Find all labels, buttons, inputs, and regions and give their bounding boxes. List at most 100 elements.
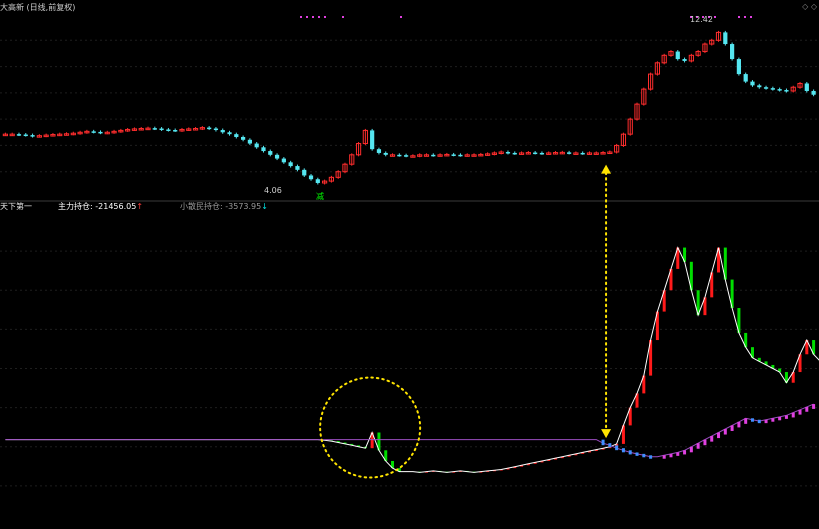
retail-holding-bar bbox=[723, 428, 727, 435]
retail-holding-bar bbox=[635, 452, 639, 456]
candle-body-down bbox=[458, 154, 463, 157]
candle-body-down bbox=[274, 154, 280, 159]
candle-body-down bbox=[451, 154, 456, 156]
retail-holding-bar bbox=[601, 439, 605, 446]
retail-holding-readout: 小散民持仓: -3573.95↓ bbox=[180, 202, 268, 212]
top-marker-dot bbox=[312, 16, 314, 18]
retail-holding-bar bbox=[642, 453, 646, 458]
candle-body-down bbox=[281, 158, 286, 163]
candle-body-down bbox=[91, 131, 96, 133]
main-holding-label: 主力持仓: bbox=[58, 202, 93, 211]
candle-body-down bbox=[804, 83, 809, 91]
retail-holding-arrow: ↓ bbox=[261, 202, 268, 211]
low-price-label: 4.06 bbox=[264, 186, 282, 195]
candle-body-down bbox=[682, 59, 687, 61]
candle-body-down bbox=[770, 88, 775, 90]
candle-body-down bbox=[370, 130, 375, 150]
top-marker-dot bbox=[714, 16, 716, 18]
retail-holding-bar bbox=[621, 448, 625, 453]
candle-body-down bbox=[227, 132, 232, 135]
top-marker-dot bbox=[306, 16, 308, 18]
retail-holding-bar bbox=[703, 439, 707, 446]
candle-body-down bbox=[288, 162, 293, 167]
retail-holding-bar bbox=[615, 445, 619, 451]
candle-body-down bbox=[247, 139, 253, 144]
retail-holding-bar bbox=[750, 418, 754, 422]
retail-holding-bar bbox=[710, 436, 714, 442]
candle-body-down bbox=[254, 143, 259, 148]
arrowhead-up-icon bbox=[601, 164, 612, 174]
indicator-name: 天下第一 bbox=[0, 202, 32, 211]
retail-holding-bar bbox=[791, 412, 795, 418]
candle-body-down bbox=[376, 149, 382, 153]
top-marker-dot bbox=[318, 16, 320, 18]
candle-body-down bbox=[763, 87, 769, 89]
candle-body-down bbox=[397, 154, 402, 157]
candle-body-down bbox=[173, 130, 178, 132]
retail-holding-bar bbox=[696, 443, 700, 449]
candle-body-down bbox=[383, 152, 388, 155]
candle-body-down bbox=[240, 136, 246, 140]
candle-body-down bbox=[16, 134, 22, 136]
candle-body-down bbox=[268, 151, 273, 155]
retail-holding-bar bbox=[730, 425, 734, 431]
main-holding-value: -21456.05 bbox=[95, 202, 137, 211]
candle-body-down bbox=[777, 89, 782, 91]
retail-holding-bar bbox=[757, 419, 761, 424]
retail-holding-bar bbox=[798, 409, 802, 415]
chart-canvas bbox=[0, 16, 819, 487]
retail-holding-bar bbox=[649, 455, 653, 459]
signal-badge: 减 bbox=[316, 192, 324, 201]
candle-body-down bbox=[539, 152, 545, 155]
retail-holding-label: 小散民持仓: bbox=[180, 202, 223, 211]
candle-body-down bbox=[98, 131, 103, 134]
candle-body-down bbox=[159, 128, 164, 131]
candle-body-down bbox=[315, 179, 320, 183]
retail-holding-bar bbox=[784, 415, 788, 419]
candle-body-down bbox=[784, 90, 789, 92]
candle-body-down bbox=[30, 135, 35, 137]
main-holding-arrow: ↑ bbox=[136, 202, 144, 211]
retail-holding-bar bbox=[805, 406, 809, 412]
retail-holding-bar bbox=[764, 419, 768, 424]
chart-title: 大高新 (日线,前复权) bbox=[0, 3, 76, 12]
candle-body-down bbox=[166, 129, 171, 131]
candle-body-down bbox=[308, 175, 314, 180]
chart-controls[interactable]: ◇ ◇ bbox=[802, 2, 817, 12]
retail-holding-bar bbox=[628, 450, 632, 455]
candle-body-down bbox=[675, 51, 680, 60]
top-marker-dot bbox=[400, 16, 402, 18]
retail-holding-bar bbox=[771, 418, 775, 422]
candle-body-down bbox=[566, 152, 572, 154]
candle-body-down bbox=[580, 152, 585, 155]
candle-body-down bbox=[261, 147, 266, 152]
candle-body-down bbox=[736, 59, 742, 75]
top-marker-dot bbox=[324, 16, 326, 18]
candle-body-down bbox=[220, 130, 225, 133]
candle-body-down bbox=[729, 44, 735, 60]
top-marker-dot bbox=[738, 16, 740, 18]
candle-body-down bbox=[505, 152, 511, 154]
retail-holding-bar bbox=[689, 446, 693, 453]
candle-body-down bbox=[207, 127, 212, 130]
signal-highlight-circle bbox=[319, 376, 422, 479]
candle-body-down bbox=[533, 152, 538, 155]
retail-holding-bar bbox=[737, 421, 741, 428]
top-marker-dot bbox=[750, 16, 752, 18]
high-price-label: 12.42 bbox=[690, 15, 713, 24]
candle-body-down bbox=[750, 81, 755, 86]
retail-holding-bar bbox=[744, 418, 748, 424]
candle-body-down bbox=[234, 134, 239, 137]
retail-holding-bar bbox=[812, 404, 816, 409]
candle-body-down bbox=[295, 166, 300, 170]
retail-holding-bar bbox=[778, 416, 782, 421]
retail-holding-value: -3573.95 bbox=[225, 202, 262, 211]
candle-body-down bbox=[213, 128, 219, 131]
retail-holding-bar bbox=[669, 453, 673, 458]
candle-body-down bbox=[743, 74, 748, 82]
candle-body-down bbox=[152, 128, 157, 130]
retail-holding-bar bbox=[717, 432, 721, 439]
candle-body-down bbox=[431, 154, 436, 157]
top-marker-dot bbox=[744, 16, 746, 18]
candle-body-down bbox=[723, 32, 728, 45]
